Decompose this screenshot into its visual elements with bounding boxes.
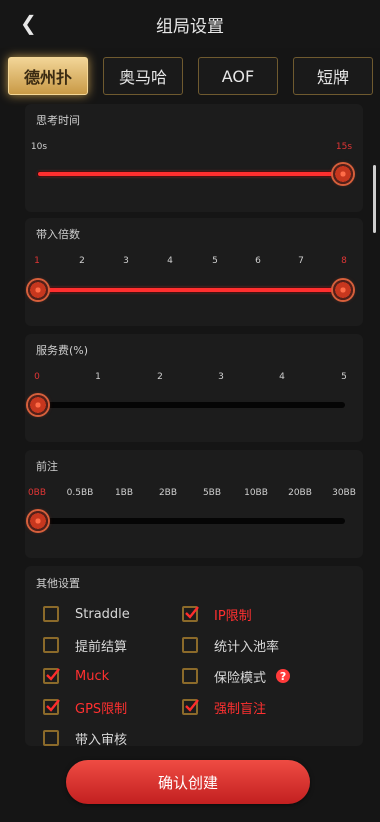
ante-slider-handle[interactable] bbox=[28, 511, 48, 531]
option-label: 提前结算 bbox=[75, 639, 128, 655]
game-type-tabs: 德州扑 奥马哈 AOF 短牌 bbox=[0, 50, 380, 106]
think-time-panel: 思考时间 10s 15s bbox=[25, 104, 363, 212]
option-label: 带入审核 bbox=[75, 732, 128, 748]
option-label: 保险模式 bbox=[214, 670, 267, 686]
checkbox-checked-icon[interactable] bbox=[43, 668, 60, 684]
buy-in-tick: 5 bbox=[212, 256, 218, 266]
ante-label: 前注 bbox=[36, 460, 58, 473]
buy-in-tick: 3 bbox=[123, 256, 129, 266]
think-time-slider-handle[interactable] bbox=[333, 164, 353, 184]
ante-tick: 20BB bbox=[288, 488, 312, 498]
service-fee-track[interactable] bbox=[31, 402, 345, 408]
buy-in-tick: 2 bbox=[79, 256, 85, 266]
buy-in-tick: 7 bbox=[298, 256, 304, 266]
buy-in-tick: 8 bbox=[341, 256, 347, 266]
ante-tick: 2BB bbox=[158, 488, 178, 498]
buy-in-panel: 带入倍数 1 2 3 4 5 6 7 8 bbox=[25, 218, 363, 326]
ante-panel: 前注 0BB 0.5BB 1BB 2BB 5BB 10BB 20BB 30BB bbox=[25, 450, 363, 558]
think-time-label: 思考时间 bbox=[36, 114, 80, 127]
other-settings-label: 其他设置 bbox=[36, 577, 80, 590]
confirm-create-button[interactable]: 确认创建 bbox=[66, 760, 310, 804]
think-time-fill bbox=[38, 172, 344, 176]
option-forced-blind[interactable]: 强制盲注 bbox=[182, 696, 266, 718]
checkbox-checked-icon[interactable] bbox=[43, 699, 60, 715]
checkbox-icon[interactable] bbox=[182, 668, 198, 684]
ante-tick: 10BB bbox=[244, 488, 268, 498]
service-fee-panel: 服务费(%) 0 1 2 3 4 5 bbox=[25, 334, 363, 442]
other-settings-panel: 其他设置 Straddle IP限制 提前结算 统计入池率 Muck 保险模式 … bbox=[25, 566, 363, 749]
header-bar: ❮ 组局设置 bbox=[0, 0, 380, 48]
tab-texas[interactable]: 德州扑 bbox=[8, 57, 88, 95]
buy-in-tick: 4 bbox=[167, 256, 173, 266]
option-label: Straddle bbox=[75, 606, 130, 622]
tab-omaha[interactable]: 奥马哈 bbox=[103, 57, 183, 95]
option-vpip-stats[interactable]: 统计入池率 bbox=[182, 634, 279, 656]
service-fee-tick: 5 bbox=[341, 372, 347, 382]
checkbox-checked-icon[interactable] bbox=[182, 699, 199, 715]
option-label: 统计入池率 bbox=[214, 639, 280, 655]
ante-tick: 0.5BB bbox=[66, 488, 94, 498]
option-label: GPS限制 bbox=[75, 701, 128, 717]
buy-in-tick: 1 bbox=[34, 256, 40, 266]
buy-in-label: 带入倍数 bbox=[36, 228, 80, 241]
ante-track[interactable] bbox=[31, 518, 345, 524]
option-ip-limit[interactable]: IP限制 bbox=[182, 603, 252, 625]
tab-aof[interactable]: AOF bbox=[198, 57, 278, 95]
checkbox-icon[interactable] bbox=[43, 637, 59, 653]
buy-in-fill bbox=[33, 288, 343, 292]
buy-in-tick: 6 bbox=[255, 256, 261, 266]
option-label: IP限制 bbox=[214, 608, 252, 624]
option-insurance[interactable]: 保险模式 ? bbox=[182, 665, 291, 687]
think-time-max-tick: 15s bbox=[335, 142, 353, 152]
option-gps-limit[interactable]: GPS限制 bbox=[43, 696, 127, 718]
service-fee-label: 服务费(%) bbox=[36, 344, 89, 357]
service-fee-tick: 2 bbox=[157, 372, 163, 382]
buy-in-max-handle[interactable] bbox=[333, 280, 353, 300]
buy-in-min-handle[interactable] bbox=[28, 280, 48, 300]
ante-tick: 5BB bbox=[202, 488, 222, 498]
help-icon[interactable]: ? bbox=[276, 669, 291, 683]
option-label: Muck bbox=[75, 668, 110, 684]
option-buy-in-review[interactable]: 带入审核 bbox=[43, 727, 127, 749]
checkbox-icon[interactable] bbox=[182, 637, 198, 653]
ante-tick: 0BB bbox=[27, 488, 47, 498]
service-fee-tick: 3 bbox=[218, 372, 224, 382]
service-fee-slider-handle[interactable] bbox=[28, 395, 48, 415]
option-label: 强制盲注 bbox=[214, 701, 267, 717]
ante-tick: 1BB bbox=[114, 488, 134, 498]
checkbox-icon[interactable] bbox=[43, 730, 59, 746]
tab-short-deck[interactable]: 短牌 bbox=[293, 57, 373, 95]
option-muck[interactable]: Muck bbox=[43, 665, 109, 687]
scrollbar[interactable] bbox=[373, 165, 376, 233]
service-fee-tick: 1 bbox=[95, 372, 101, 382]
option-straddle[interactable]: Straddle bbox=[43, 603, 130, 625]
ante-tick: 30BB bbox=[332, 488, 356, 498]
option-early-settlement[interactable]: 提前结算 bbox=[43, 634, 127, 656]
service-fee-tick: 0 bbox=[34, 372, 40, 382]
page-title: 组局设置 bbox=[156, 17, 224, 37]
checkbox-checked-icon[interactable] bbox=[182, 606, 199, 622]
service-fee-tick: 4 bbox=[279, 372, 285, 382]
checkbox-icon[interactable] bbox=[43, 606, 59, 622]
think-time-min-tick: 10s bbox=[30, 142, 48, 152]
